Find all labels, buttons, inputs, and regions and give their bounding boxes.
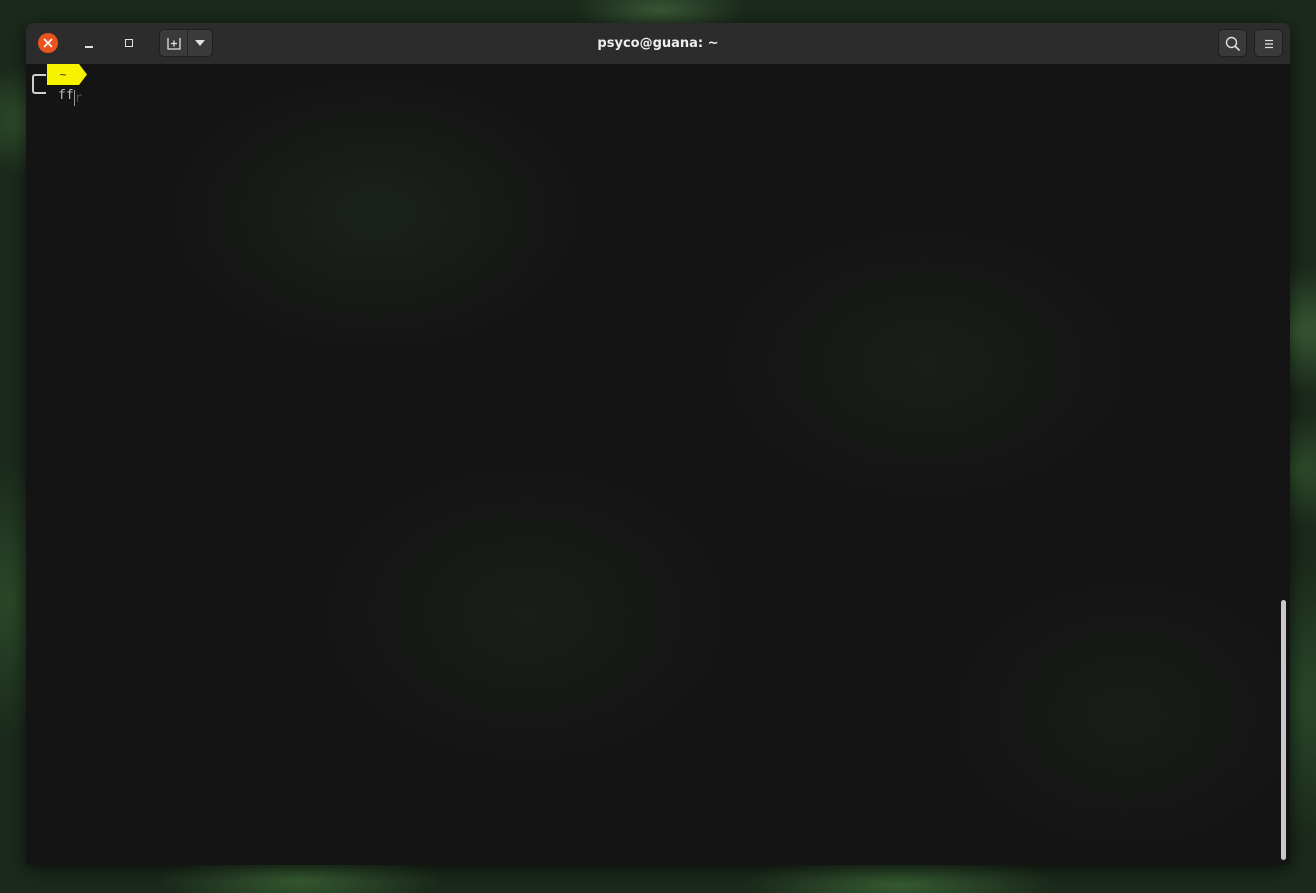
scrollbar[interactable] xyxy=(1281,600,1286,860)
prompt-bracket xyxy=(32,74,46,94)
terminal-area[interactable]: ~ ffr xyxy=(26,64,1290,865)
menu-button[interactable] xyxy=(1254,29,1283,57)
typed-command: ff xyxy=(58,88,74,103)
text-cursor: r xyxy=(73,90,83,106)
maximize-icon xyxy=(125,39,133,47)
terminal-window: psyco@guana: ~ ~ ffr xyxy=(26,23,1290,865)
headerbar: psyco@guana: ~ xyxy=(26,23,1290,65)
minimize-icon xyxy=(85,46,93,48)
prompt-directory: ~ xyxy=(59,68,67,81)
close-button[interactable] xyxy=(38,33,58,53)
tab-button-group xyxy=(159,29,213,57)
new-tab-button[interactable] xyxy=(160,30,188,56)
chevron-down-icon xyxy=(195,40,205,46)
search-icon xyxy=(1225,36,1240,51)
maximize-button[interactable] xyxy=(119,33,139,53)
search-button[interactable] xyxy=(1218,29,1247,57)
close-icon xyxy=(43,38,53,48)
tab-menu-button[interactable] xyxy=(188,30,213,56)
cursor-suggestion-char: r xyxy=(74,91,83,106)
window-title: psyco@guana: ~ xyxy=(597,36,719,51)
new-tab-icon xyxy=(167,38,181,50)
hamburger-menu-icon xyxy=(1265,39,1273,49)
command-line[interactable]: ffr xyxy=(58,87,83,106)
minimize-button[interactable] xyxy=(79,33,99,53)
